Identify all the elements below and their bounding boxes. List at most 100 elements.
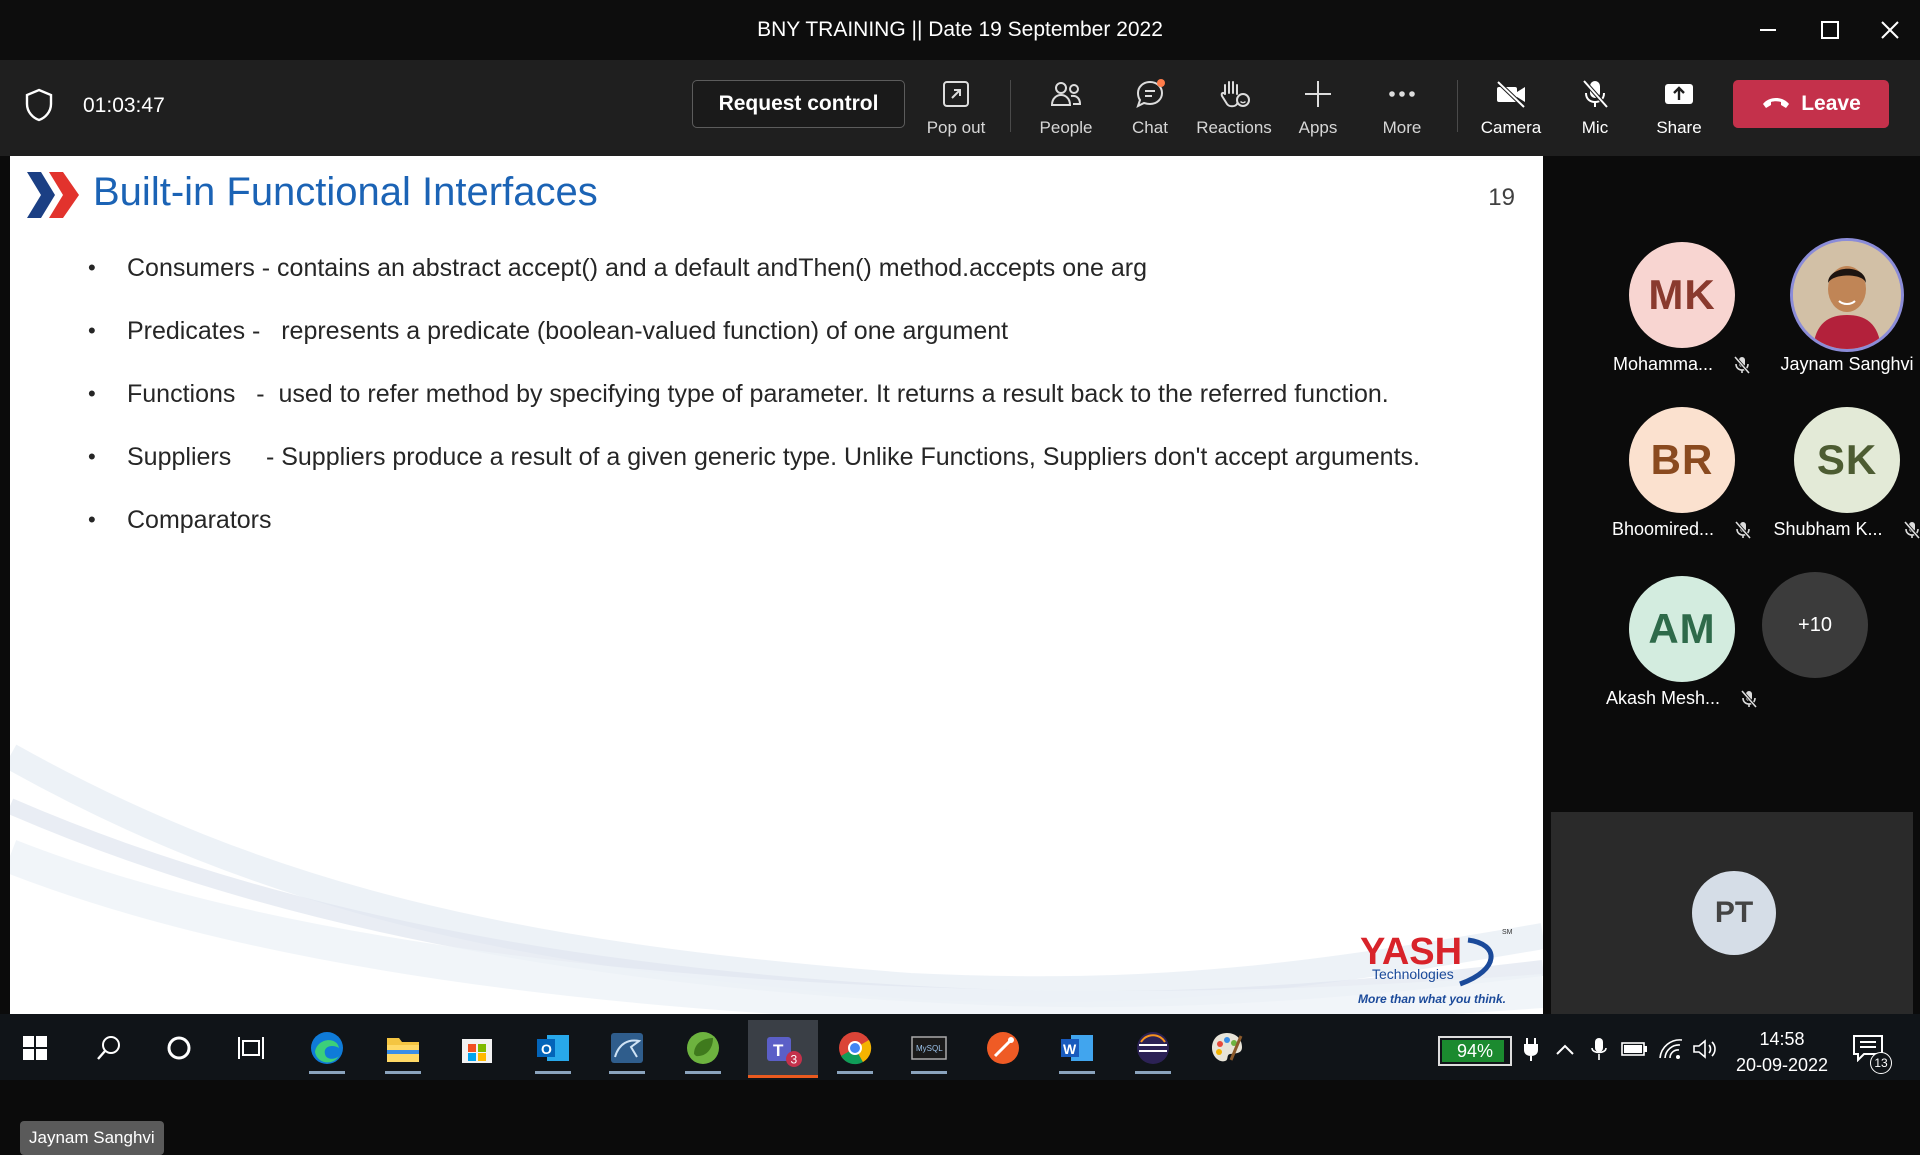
taskbar-app-eclipse[interactable] xyxy=(1124,1022,1182,1074)
mysql-icon: MySQL xyxy=(911,1036,947,1060)
volume-icon[interactable] xyxy=(1690,1034,1720,1064)
popout-button[interactable]: Pop out xyxy=(914,74,998,144)
camera-label: Camera xyxy=(1480,118,1542,137)
edge-icon xyxy=(311,1032,343,1064)
svg-text:More than what you think.: More than what you think. xyxy=(1358,992,1506,1006)
camera-button[interactable]: Camera xyxy=(1469,74,1553,144)
store-icon xyxy=(462,1039,492,1063)
avatar: AM xyxy=(1629,576,1735,682)
popout-label: Pop out xyxy=(926,118,986,137)
battery-indicator[interactable]: 94% xyxy=(1438,1036,1512,1066)
participant-name: Jaynam Sanghvi xyxy=(1780,354,1914,374)
mic-muted-icon xyxy=(1903,520,1920,540)
chat-label: Chat xyxy=(1132,118,1168,137)
toolbar-divider xyxy=(1457,80,1458,132)
notification-count: 13 xyxy=(1870,1052,1892,1074)
taskbar-app-outlook[interactable]: O xyxy=(524,1022,582,1074)
minimize-button[interactable] xyxy=(1748,10,1788,50)
leave-button[interactable]: Leave xyxy=(1733,80,1889,128)
avatar xyxy=(1790,238,1904,352)
taskbar-app-mysql[interactable]: MySQL xyxy=(900,1022,958,1074)
taskbar-app-mysql-workbench[interactable] xyxy=(598,1022,656,1074)
microphone-tray-icon[interactable] xyxy=(1584,1034,1614,1064)
power-plug-icon[interactable] xyxy=(1516,1034,1546,1064)
share-label: Share xyxy=(1656,118,1702,137)
mic-button[interactable]: Mic xyxy=(1553,74,1637,144)
self-avatar: PT xyxy=(1692,871,1776,955)
notifications-button[interactable]: 13 xyxy=(1852,1034,1892,1074)
reactions-button[interactable]: Reactions xyxy=(1192,74,1276,144)
svg-text:Technologies: Technologies xyxy=(1372,966,1454,982)
close-button[interactable] xyxy=(1870,10,1910,50)
participant-tile[interactable]: AM Akash Mesh... xyxy=(1597,576,1767,726)
participant-name: Bhoomired... xyxy=(1611,519,1715,539)
avatar: SK xyxy=(1794,407,1900,513)
taskbar-app-teams[interactable]: T3 xyxy=(748,1020,818,1078)
start-button[interactable] xyxy=(6,1022,64,1074)
bullet-item: Consumers - contains an abstract accept(… xyxy=(80,252,1520,315)
taskbar-clock[interactable]: 14:58 20-09-2022 xyxy=(1730,1026,1834,1078)
plus-icon xyxy=(1303,74,1333,114)
participant-tile[interactable]: MK Mohamma... xyxy=(1597,242,1767,392)
more-icon xyxy=(1387,74,1417,114)
outlook-icon: O xyxy=(537,1035,569,1061)
apps-label: Apps xyxy=(1298,118,1338,137)
folder-icon xyxy=(387,1038,419,1062)
participant-tile[interactable]: BR Bhoomired... xyxy=(1597,407,1767,557)
taskbar-app-spring-tool-suite[interactable] xyxy=(674,1022,732,1074)
windows-logo-icon xyxy=(23,1036,47,1060)
mic-off-icon xyxy=(1580,74,1610,114)
avatar: MK xyxy=(1629,242,1735,348)
maximize-button[interactable] xyxy=(1810,10,1850,50)
participant-tile[interactable]: Jaynam Sanghvi xyxy=(1762,238,1920,392)
apps-button[interactable]: Apps xyxy=(1276,74,1360,144)
reactions-label: Reactions xyxy=(1196,118,1272,137)
self-view-tile: PT xyxy=(1551,812,1913,1014)
more-button[interactable]: More xyxy=(1360,74,1444,144)
taskbar-app-chrome[interactable] xyxy=(826,1022,884,1074)
clock-time: 14:58 xyxy=(1759,1029,1805,1049)
svg-text:W: W xyxy=(1063,1041,1077,1057)
cortana-button[interactable] xyxy=(150,1022,208,1074)
slide-bullet-list: Consumers - contains an abstract accept(… xyxy=(80,252,1520,567)
mic-muted-icon xyxy=(1733,355,1751,375)
avatar: BR xyxy=(1629,407,1735,513)
battery-percent: 94% xyxy=(1456,1040,1494,1061)
double-chevron-icon xyxy=(25,170,83,225)
task-view-icon xyxy=(238,1037,264,1059)
people-icon xyxy=(1049,74,1083,114)
taskbar-app-edge[interactable] xyxy=(298,1022,356,1074)
battery-tray-icon[interactable] xyxy=(1620,1034,1650,1064)
people-label: People xyxy=(1039,118,1093,137)
word-icon: W xyxy=(1061,1035,1093,1061)
taskbar-app-store[interactable] xyxy=(448,1022,506,1074)
windows-taskbar: O T3 MySQL W 94% 14:58 20-09-2022 13 xyxy=(0,1014,1920,1080)
wifi-icon[interactable] xyxy=(1656,1034,1686,1064)
svg-text:T: T xyxy=(773,1041,784,1060)
toolbar-divider xyxy=(1010,80,1011,132)
taskbar-app-paint[interactable] xyxy=(1198,1022,1256,1074)
task-view-button[interactable] xyxy=(222,1022,280,1074)
taskbar-app-file-explorer[interactable] xyxy=(374,1022,432,1074)
taskbar-app-postman[interactable] xyxy=(974,1022,1032,1074)
share-button[interactable]: Share xyxy=(1637,74,1721,144)
participant-name: Shubham K... xyxy=(1773,519,1883,539)
presentation-slide: Built-in Functional Interfaces 19 Consum… xyxy=(10,156,1543,1014)
svg-text:3: 3 xyxy=(791,1053,798,1067)
share-screen-icon xyxy=(1663,74,1695,114)
request-control-button[interactable]: Request control xyxy=(692,80,905,128)
chat-button[interactable]: Chat xyxy=(1108,74,1192,144)
taskbar-app-word[interactable]: W xyxy=(1048,1022,1106,1074)
mysql-workbench-icon xyxy=(611,1033,643,1063)
chevron-up-icon[interactable] xyxy=(1550,1034,1580,1064)
slide-page-number: 19 xyxy=(1488,184,1515,211)
presenter-name-tag: Jaynam Sanghvi xyxy=(20,1121,164,1155)
shield-icon[interactable] xyxy=(24,88,54,127)
search-button[interactable] xyxy=(80,1022,138,1074)
more-participants-button[interactable]: +10 xyxy=(1762,572,1868,678)
bullet-item: Comparators xyxy=(80,504,1520,567)
postman-icon xyxy=(987,1032,1019,1064)
participant-tile[interactable]: SK Shubham K... xyxy=(1762,407,1920,557)
people-button[interactable]: People xyxy=(1024,74,1108,144)
paint-palette-icon xyxy=(1212,1033,1243,1062)
